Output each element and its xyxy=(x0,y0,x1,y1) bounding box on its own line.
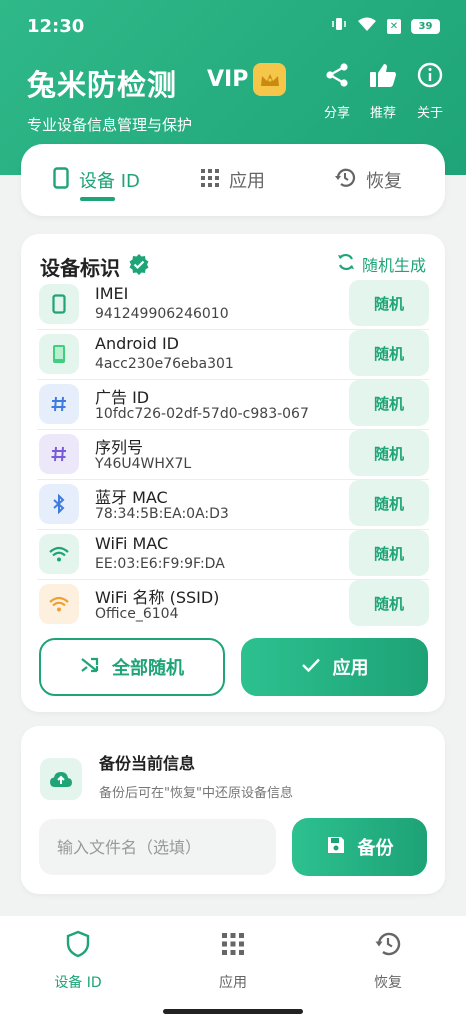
sim-icon: ✕ xyxy=(387,18,401,34)
list-item-android-id: Android ID 4acc230e76eba301 随机 xyxy=(37,330,429,380)
bottom-navigation: 设备 ID 应用 恢复 xyxy=(0,916,466,1024)
android-phone-icon xyxy=(39,334,79,374)
row-label: IMEI xyxy=(95,284,129,303)
nav-device-id-label: 设备 ID xyxy=(54,975,102,991)
wifi-icon xyxy=(39,534,79,574)
wifi-icon xyxy=(39,584,79,624)
row-label: 序列号 xyxy=(95,438,144,457)
top-tab-bar: 设备 ID 应用 恢复 xyxy=(21,144,445,216)
tab-apps[interactable]: 应用 xyxy=(201,160,265,200)
nav-restore-label: 恢复 xyxy=(374,975,402,991)
row-value: 10fdc726-02df-57d0-c983-067 xyxy=(95,406,309,422)
row-value: Office_6104 xyxy=(95,606,179,622)
apply-label: 应用 xyxy=(332,658,369,679)
verified-icon xyxy=(128,253,150,280)
list-item-ad-id: 广告 ID 10fdc726-02df-57d0-c983-067 随机 xyxy=(37,380,429,430)
random-button-bluetooth-mac[interactable]: 随机 xyxy=(349,480,429,526)
backup-card: 备份当前信息 备份后可在"恢复"中还原设备信息 备份 xyxy=(21,726,445,894)
recommend-label: 推荐 xyxy=(369,106,396,121)
cloud-upload-icon xyxy=(40,758,82,800)
share-icon xyxy=(324,62,350,92)
tab-apps-label: 应用 xyxy=(229,171,265,192)
app-subtitle: 专业设备信息管理与保护 xyxy=(27,116,193,134)
active-tab-indicator xyxy=(80,197,115,201)
info-icon xyxy=(417,62,443,92)
row-value: 78:34:5B:EA:0A:D3 xyxy=(95,506,229,522)
row-label: Android ID xyxy=(95,334,179,353)
crown-icon[interactable] xyxy=(253,63,286,96)
list-item-wifi-ssid: WiFi 名称 (SSID) Office_6104 随机 xyxy=(37,580,429,630)
row-label: WiFi 名称 (SSID) xyxy=(95,588,220,607)
battery-icon: 39 xyxy=(411,18,440,34)
row-label: 蓝牙 MAC xyxy=(95,488,168,507)
thumbs-up-icon xyxy=(369,62,397,92)
grid-icon xyxy=(201,168,219,192)
hash-icon xyxy=(39,384,79,424)
phone-icon xyxy=(53,166,69,194)
randomize-all-label: 全部随机 xyxy=(112,658,184,679)
random-generate-label: 随机生成 xyxy=(361,256,426,275)
list-item-serial: 序列号 Y46U4WHX7L 随机 xyxy=(37,430,429,480)
nav-device-id[interactable]: 设备 ID xyxy=(23,930,133,992)
card-title: 设备标识 xyxy=(40,252,150,281)
tab-restore-label: 恢复 xyxy=(366,171,402,192)
app-title: 兔米防检测 xyxy=(27,68,178,102)
about-label: 关于 xyxy=(416,106,443,121)
check-icon xyxy=(301,657,321,678)
wifi-status-icon xyxy=(357,16,377,36)
tab-device-id[interactable]: 设备 ID xyxy=(53,160,140,200)
nav-restore[interactable]: 恢复 xyxy=(333,930,443,992)
backup-title: 备份当前信息 xyxy=(99,754,196,773)
tab-restore[interactable]: 恢复 xyxy=(334,160,402,200)
home-indicator xyxy=(163,1009,303,1014)
save-icon xyxy=(326,835,346,860)
recommend-button[interactable]: 推荐 xyxy=(361,62,405,122)
list-item-bluetooth-mac: 蓝牙 MAC 78:34:5B:EA:0A:D3 随机 xyxy=(37,480,429,530)
random-button-wifi-mac[interactable]: 随机 xyxy=(349,530,429,576)
tab-device-id-label: 设备 ID xyxy=(79,171,140,192)
status-icons: ✕ 39 xyxy=(331,16,440,36)
backup-button-label: 备份 xyxy=(357,838,394,859)
random-button-wifi-ssid[interactable]: 随机 xyxy=(349,580,429,626)
row-label: 广告 ID xyxy=(95,388,150,407)
hash-icon xyxy=(39,434,79,474)
share-label: 分享 xyxy=(323,106,350,121)
nav-apps[interactable]: 应用 xyxy=(178,930,288,992)
share-button[interactable]: 分享 xyxy=(315,62,359,122)
list-item-wifi-mac: WiFi MAC EE:03:E6:F9:9F:DA 随机 xyxy=(37,530,429,580)
about-button[interactable]: 关于 xyxy=(408,62,452,122)
random-generate-button[interactable]: 随机生成 xyxy=(336,252,426,276)
grid-icon xyxy=(222,930,244,962)
random-button-ad-id[interactable]: 随机 xyxy=(349,380,429,426)
random-button-android-id[interactable]: 随机 xyxy=(349,330,429,376)
row-value: Y46U4WHX7L xyxy=(95,456,192,472)
status-bar: 12:30 ✕ 39 xyxy=(0,0,466,50)
row-label: WiFi MAC xyxy=(95,534,169,553)
refresh-icon xyxy=(336,252,356,276)
random-button-serial[interactable]: 随机 xyxy=(349,430,429,476)
history-icon xyxy=(334,167,356,194)
shuffle-icon xyxy=(80,656,100,679)
vip-label: VIP xyxy=(207,67,249,92)
row-value: 941249906246010 xyxy=(95,306,229,322)
shield-icon xyxy=(66,930,90,962)
backup-button[interactable]: 备份 xyxy=(292,818,427,876)
status-time: 12:30 xyxy=(27,16,85,37)
apply-button[interactable]: 应用 xyxy=(241,638,428,696)
row-value: EE:03:E6:F9:9F:DA xyxy=(95,556,225,572)
randomize-all-button[interactable]: 全部随机 xyxy=(39,638,225,696)
row-value: 4acc230e76eba301 xyxy=(95,356,234,372)
bluetooth-icon xyxy=(39,484,79,524)
nav-apps-label: 应用 xyxy=(219,975,247,991)
random-button-imei[interactable]: 随机 xyxy=(349,280,429,326)
vibrate-icon xyxy=(331,16,347,36)
list-item-imei: IMEI 941249906246010 随机 xyxy=(37,280,429,330)
history-icon xyxy=(374,930,402,962)
device-identifier-card: 设备标识 随机生成 IMEI 941249906246010 随机 Androi… xyxy=(21,234,445,712)
backup-description: 备份后可在"恢复"中还原设备信息 xyxy=(99,786,293,801)
phone-icon xyxy=(39,284,79,324)
card-title-text: 设备标识 xyxy=(40,256,120,280)
filename-input[interactable] xyxy=(39,819,276,875)
